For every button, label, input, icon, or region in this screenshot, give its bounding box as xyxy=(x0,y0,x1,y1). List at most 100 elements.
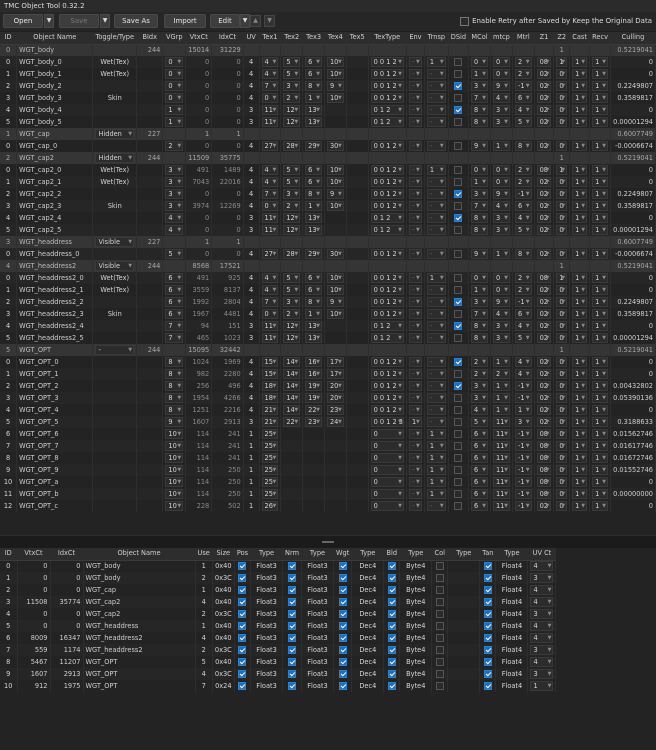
textype-select[interactable]: 0 xyxy=(370,501,404,511)
mtrl-select[interactable]: -1 xyxy=(514,441,532,451)
tex1-select[interactable]: 4 xyxy=(261,285,279,295)
textype-select[interactable]: 0 0 1 2 xyxy=(370,297,404,307)
mtrl-select[interactable]: -1 xyxy=(514,393,532,403)
mcol-select[interactable]: 5 xyxy=(471,417,488,427)
mtrl-select[interactable]: -1 xyxy=(514,453,532,463)
nrm-checkbox[interactable] xyxy=(288,657,297,666)
env-select[interactable]: - xyxy=(408,321,422,331)
dsid-checkbox[interactable] xyxy=(454,405,463,414)
column-header[interactable]: Use xyxy=(195,548,213,561)
vgrp-select[interactable]: 8 xyxy=(165,381,184,391)
dsid-checkbox[interactable] xyxy=(454,441,463,450)
column-header[interactable]: Type xyxy=(351,548,385,561)
column-header[interactable]: VtxCt xyxy=(17,548,51,561)
env-select[interactable]: - xyxy=(408,393,422,403)
mtrl-select[interactable]: 1 xyxy=(514,405,532,415)
tex4-select[interactable]: 10 xyxy=(326,309,344,319)
trnsp-select[interactable]: - xyxy=(426,249,446,259)
z1-select[interactable]: 02 xyxy=(536,321,552,331)
tex1-select[interactable]: 21 xyxy=(261,405,279,415)
tex4-select[interactable]: 23 xyxy=(326,405,344,415)
trnsp-select[interactable]: - xyxy=(426,225,446,235)
tex1-select[interactable]: 15 xyxy=(261,369,279,379)
mtcp-select[interactable]: 3 xyxy=(492,333,510,343)
mtrl-select[interactable]: -1 xyxy=(514,297,532,307)
mesh-row[interactable]: 2WGT_OPT_282564964181419200 0 1 2--31-10… xyxy=(0,380,656,392)
cast-select[interactable]: 1 xyxy=(572,369,588,379)
vgrp-select[interactable]: 9 xyxy=(165,417,184,427)
dsid-checkbox[interactable] xyxy=(454,249,463,258)
recv-select[interactable]: 1 xyxy=(592,117,608,127)
cast-select[interactable]: 1 xyxy=(572,249,588,259)
env-select[interactable]: - xyxy=(408,141,422,151)
tan-checkbox[interactable] xyxy=(483,669,492,678)
tex4-select[interactable]: 24 xyxy=(326,417,344,427)
vgrp-select[interactable]: 7 xyxy=(165,333,184,343)
pos-checkbox[interactable] xyxy=(238,597,247,606)
mtrl-select[interactable]: 2 xyxy=(514,165,532,175)
mtcp-select[interactable]: 4 xyxy=(492,309,510,319)
tex3-select[interactable]: 1 xyxy=(305,201,322,211)
z2-select[interactable]: 0 xyxy=(556,189,568,199)
open-button[interactable]: Open xyxy=(3,14,43,28)
object-group-row[interactable]: 5WGT_OPT-244150953244210.5219041 xyxy=(0,344,656,356)
uv-count-select[interactable]: 3 xyxy=(530,645,554,655)
tex3-select[interactable]: 6 xyxy=(305,165,322,175)
mesh-row[interactable]: 0WGT_OPT_08102419694151416170 0 1 2--214… xyxy=(0,356,656,368)
column-header[interactable]: Bld xyxy=(383,548,401,561)
textype-select[interactable]: 0 0 1 2 xyxy=(370,405,404,415)
recv-select[interactable]: 1 xyxy=(592,465,608,475)
mesh-row[interactable]: 5WGT_body_510031112130 1 2--835020110.00… xyxy=(0,116,656,128)
mtrl-select[interactable]: -1 xyxy=(514,489,532,499)
column-header[interactable]: ID xyxy=(0,32,18,45)
tex2-select[interactable]: 12 xyxy=(283,321,301,331)
z1-select[interactable]: 08 xyxy=(536,273,552,283)
recv-select[interactable]: 1 xyxy=(592,309,608,319)
env-select[interactable]: - xyxy=(408,249,422,259)
dsid-checkbox[interactable] xyxy=(454,429,463,438)
column-header[interactable]: Toggle/Type xyxy=(92,32,138,45)
mtrl-select[interactable]: -1 xyxy=(514,81,532,91)
tex1-select[interactable]: 4 xyxy=(261,69,279,79)
wgt-checkbox[interactable] xyxy=(338,573,347,582)
tan-checkbox[interactable] xyxy=(483,621,492,630)
vgrp-select[interactable]: 0 xyxy=(165,57,184,67)
z1-select[interactable]: 02 xyxy=(536,393,552,403)
import-button[interactable]: Import xyxy=(164,14,206,28)
mesh-row[interactable]: 7WGT_OPT_7101142411250-1611-1080110.0161… xyxy=(0,440,656,452)
vgrp-select[interactable]: 3 xyxy=(165,189,184,199)
mesh-row[interactable]: 0WGT_body_0Wet(Tex)0004456100 0 1 2-1002… xyxy=(0,56,656,68)
tan-checkbox[interactable] xyxy=(483,609,492,618)
uv-count-select[interactable]: 4 xyxy=(530,657,554,667)
toggle-select[interactable]: Hidden xyxy=(95,129,135,139)
buffer-row[interactable]: 4 0 0 WGT_cap2 2 0x3C Float3 Float3 Dec4 Byte4 Flo… xyxy=(0,608,557,620)
trnsp-select[interactable]: - xyxy=(426,141,446,151)
bld-checkbox[interactable] xyxy=(387,597,396,606)
recv-select[interactable]: 1 xyxy=(592,213,608,223)
dsid-checkbox[interactable] xyxy=(454,225,463,234)
tex3-select[interactable]: 6 xyxy=(305,285,322,295)
tex1-select[interactable]: 27 xyxy=(261,249,279,259)
env-select[interactable]: - xyxy=(408,381,422,391)
vgrp-select[interactable]: 0 xyxy=(165,93,184,103)
dsid-checkbox[interactable] xyxy=(454,285,463,294)
tex2-select[interactable]: 22 xyxy=(283,417,301,427)
z1-select[interactable]: 02 xyxy=(536,501,552,511)
tex2-select[interactable]: 12 xyxy=(283,105,301,115)
recv-select[interactable]: 1 xyxy=(592,429,608,439)
recv-select[interactable]: 1 xyxy=(592,417,608,427)
env-select[interactable]: - xyxy=(408,453,422,463)
dsid-checkbox[interactable] xyxy=(454,213,463,222)
tex1-select[interactable]: 11 xyxy=(261,333,279,343)
mcol-select[interactable]: 3 xyxy=(471,297,488,307)
tex1-select[interactable]: 7 xyxy=(261,297,279,307)
tex3-select[interactable]: 16 xyxy=(305,369,322,379)
env-select[interactable]: - xyxy=(408,477,422,487)
object-group-row[interactable]: 3WGT_headdressVisible227110.6007749 xyxy=(0,236,656,248)
trnsp-select[interactable]: 1 xyxy=(426,57,446,67)
mtcp-select[interactable]: 0 xyxy=(492,57,510,67)
trnsp-select[interactable]: - xyxy=(426,81,446,91)
env-select[interactable]: - xyxy=(408,69,422,79)
mtrl-select[interactable]: 5 xyxy=(514,117,532,127)
mtcp-select[interactable]: 11 xyxy=(492,429,510,439)
